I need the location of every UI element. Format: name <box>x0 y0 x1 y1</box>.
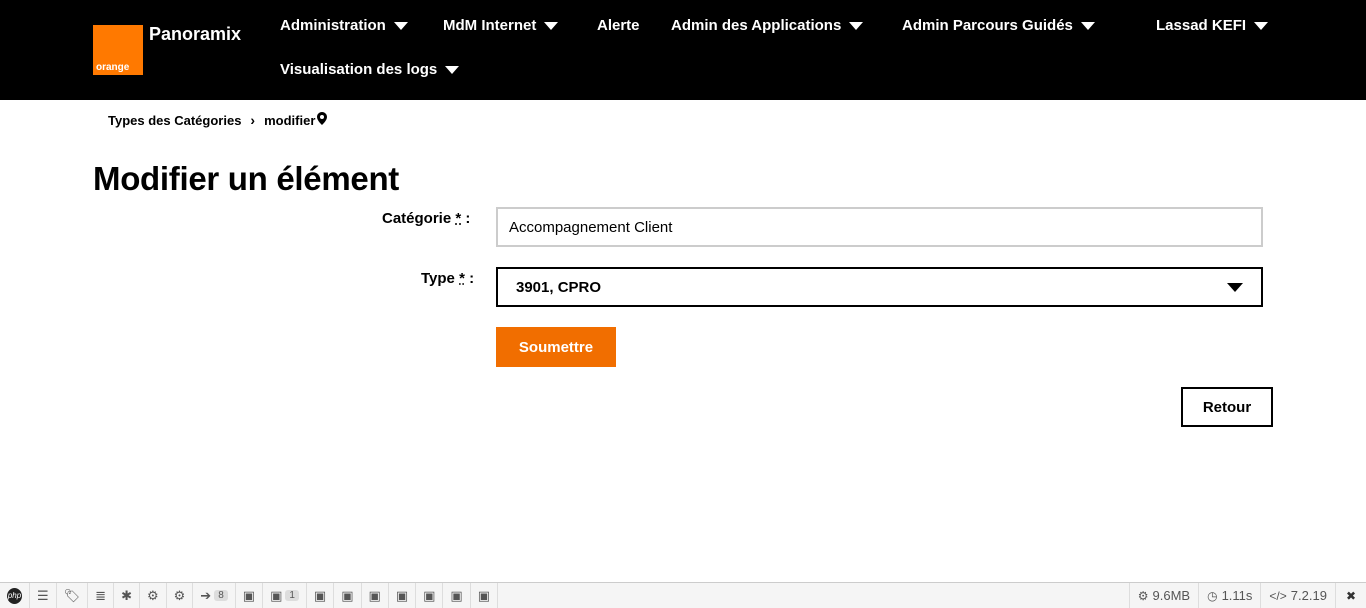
debug-stats: ⚙ 9.6MB ◷ 1.11s </> 7.2.19 ✖ <box>1128 583 1366 608</box>
briefcase-tab[interactable]: ▣ <box>471 583 498 608</box>
map-pin-icon <box>317 112 328 128</box>
type-select[interactable]: 3901, CPRO <box>496 267 1263 307</box>
timeline-icon: ≣ <box>95 587 107 603</box>
submit-button[interactable]: Soumettre <box>496 327 616 367</box>
caret-down-icon <box>445 65 460 74</box>
briefcase-icon: ▣ <box>368 587 381 603</box>
caret-down-icon <box>849 21 864 30</box>
type-selected-value: 3901, CPRO <box>516 278 602 296</box>
caret-down-icon <box>1227 282 1243 292</box>
label-text: Type <box>421 270 455 287</box>
nav-administration[interactable]: Administration <box>280 17 408 34</box>
nav-mdm-internet[interactable]: MdM Internet <box>443 17 559 34</box>
requests-tab[interactable]: ➔ 8 <box>193 583 236 608</box>
categorie-label: Catégorie * : <box>382 210 470 227</box>
list-icon: ☰ <box>37 587 49 603</box>
nav-alerte[interactable]: Alerte <box>597 17 640 34</box>
gear-icon: ⚙ <box>173 587 186 603</box>
briefcase-tab[interactable]: ▣ <box>416 583 444 608</box>
events-count-badge: 1 <box>285 590 299 601</box>
debug-toolbar: php ☰ 🏷 ≣ ✱ ⚙ ⚙ ➔ 8 ▣ ▣ 1 ▣ ▣ ▣ ▣ ▣ ▣ ▣ … <box>0 582 1366 608</box>
breadcrumb: Types des Catégories › modifier <box>108 112 328 128</box>
page-title: Modifier un élément <box>93 160 399 197</box>
version-value: 7.2.19 <box>1290 588 1327 603</box>
events-tab[interactable]: ▣ 1 <box>263 583 307 608</box>
label-colon: : <box>461 210 471 227</box>
nav-visualisation-logs[interactable]: Visualisation des logs <box>280 61 460 78</box>
bug-icon: ✱ <box>121 587 132 603</box>
nav-label: Admin Parcours Guidés <box>902 17 1073 34</box>
memory-stat[interactable]: ⚙ 9.6MB <box>1128 583 1198 608</box>
messages-tab[interactable]: ☰ <box>30 583 57 608</box>
clock-icon: ◷ <box>1207 588 1218 603</box>
exceptions-tab[interactable]: ✱ <box>114 583 140 608</box>
tag-icon: 🏷 <box>63 587 81 603</box>
php-info-button[interactable]: php <box>0 583 30 608</box>
briefcase-tab[interactable]: ▣ <box>443 583 471 608</box>
brand-name[interactable]: Panoramix <box>149 24 241 45</box>
label-text: Catégorie <box>382 210 452 227</box>
briefcase-icon: ▣ <box>341 587 354 603</box>
version-stat[interactable]: </> 7.2.19 <box>1260 583 1335 608</box>
memory-value: 9.6MB <box>1152 588 1191 603</box>
code-icon: </> <box>1269 588 1287 603</box>
briefcase-tab[interactable]: ▣ <box>307 583 335 608</box>
config-tab[interactable]: ⚙ <box>140 583 167 608</box>
nav-label: Alerte <box>597 17 640 34</box>
logo-text: orange <box>96 62 130 73</box>
briefcase-tab[interactable]: ▣ <box>389 583 417 608</box>
briefcase-icon: ▣ <box>313 587 327 603</box>
nav-label: MdM Internet <box>443 17 537 34</box>
gear-icon: ⚙ <box>146 587 159 603</box>
briefcase-tab[interactable]: ▣ <box>362 583 389 608</box>
php-logo-icon: php <box>7 587 22 604</box>
briefcase-icon: ▣ <box>477 587 490 603</box>
briefcase-icon: ▣ <box>450 587 463 603</box>
caret-down-icon <box>393 21 408 30</box>
briefcase-icon: ▣ <box>423 587 436 603</box>
cogs-icon: ⚙ <box>1137 588 1149 603</box>
close-icon[interactable]: ✖ <box>1334 583 1366 608</box>
briefcase-icon: ▣ <box>242 587 256 603</box>
nav-user-menu[interactable]: Lassad KEFI <box>1156 17 1269 34</box>
label-colon: : <box>464 270 475 287</box>
nav-label: Visualisation des logs <box>280 61 438 78</box>
timeline-tab[interactable]: ≣ <box>88 583 115 608</box>
arrow-right-icon: ➔ <box>200 587 212 603</box>
categorie-input[interactable]: Accompagnement Client <box>496 207 1263 247</box>
briefcase-icon: ▣ <box>270 587 283 603</box>
breadcrumb-parent[interactable]: Types des Catégories <box>108 113 241 128</box>
briefcase-icon: ▣ <box>395 587 409 603</box>
settings-tab[interactable]: ⚙ <box>167 583 194 608</box>
caret-down-icon <box>544 21 559 30</box>
top-navbar: orange Panoramix Administration MdM Inte… <box>0 0 1366 100</box>
nav-label: Administration <box>280 17 386 34</box>
caret-down-icon <box>1254 21 1269 30</box>
categorie-value: Accompagnement Client <box>509 218 673 236</box>
nav-admin-applications[interactable]: Admin des Applications <box>671 17 864 34</box>
nav-admin-parcours[interactable]: Admin Parcours Guidés <box>902 17 1095 34</box>
breadcrumb-current: modifier <box>264 112 316 128</box>
time-stat[interactable]: ◷ 1.11s <box>1198 583 1260 608</box>
briefcase-tab[interactable]: ▣ <box>236 583 264 608</box>
briefcase-tab[interactable]: ▣ <box>334 583 362 608</box>
caret-down-icon <box>1080 21 1095 30</box>
time-value: 1.11s <box>1221 588 1253 603</box>
nav-label: Admin des Applications <box>671 17 842 34</box>
requests-count-badge: 8 <box>214 590 228 601</box>
chevron-right-icon: › <box>250 112 256 128</box>
back-button[interactable]: Retour <box>1181 387 1273 427</box>
user-name: Lassad KEFI <box>1156 17 1247 34</box>
tags-tab[interactable]: 🏷 <box>57 583 89 608</box>
type-label: Type * : <box>421 270 474 287</box>
orange-logo[interactable]: orange <box>93 25 143 75</box>
